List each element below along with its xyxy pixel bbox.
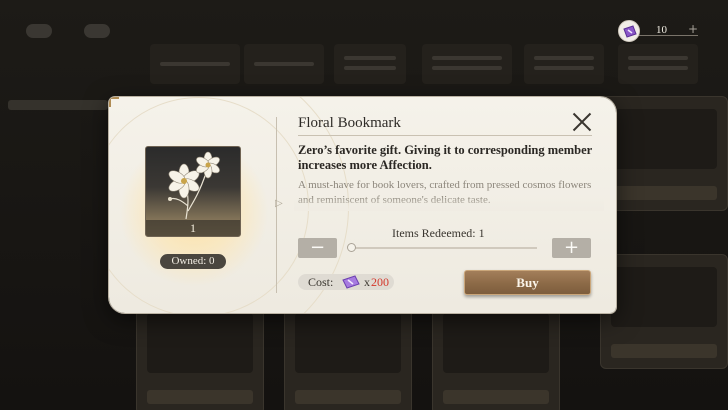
background-tab [334, 44, 406, 84]
quantity-slider-track[interactable] [349, 247, 537, 249]
home-icon [84, 24, 110, 38]
text-fade-overlay [294, 197, 604, 211]
background-section-label [8, 100, 108, 110]
background-item-card [284, 300, 412, 410]
increase-quantity-button[interactable]: + [552, 238, 591, 258]
ticket-icon [618, 20, 640, 42]
quantity-slider-handle[interactable] [347, 243, 356, 252]
owned-count-badge: Owned: 0 [160, 254, 226, 269]
buy-button[interactable]: Buy [464, 270, 591, 295]
items-redeemed-row: Items Redeemed: 1 [392, 226, 485, 241]
title-divider [298, 135, 592, 136]
close-button[interactable] [571, 111, 593, 133]
background-tab [524, 44, 604, 84]
background-tab [422, 44, 512, 84]
background-item-card [600, 96, 728, 211]
items-redeemed-value: 1 [478, 226, 485, 240]
add-currency-button[interactable]: + [688, 22, 698, 36]
item-description: Zero’s favorite gift. Giving it to corre… [298, 143, 592, 172]
flower-bookmark-icon [168, 151, 220, 220]
background-tab [244, 44, 324, 84]
background-item-card [136, 300, 264, 410]
currency-amount: 10 [656, 24, 667, 36]
items-redeemed-label: Items Redeemed: [392, 226, 476, 240]
background-tab [150, 44, 240, 84]
decrease-quantity-button[interactable]: − [298, 238, 337, 258]
item-title: Floral Bookmark [298, 115, 401, 131]
cost-label: Cost: [308, 275, 334, 289]
cost-value: 200 [371, 275, 389, 289]
back-icon [26, 24, 52, 38]
divider-arrow-icon: ▷ [275, 198, 283, 209]
background-item-card [600, 254, 728, 369]
item-count: 1 [146, 220, 240, 236]
background-item-card [432, 300, 560, 410]
background-tab [618, 44, 698, 84]
ticket-icon [342, 275, 360, 289]
purchase-dialog: 1 Owned: 0 ▷ Floral Bookmark Zero’s favo… [109, 97, 616, 313]
currency-display: 10 + [618, 20, 704, 44]
cost-multiplier: x [364, 275, 370, 289]
item-preview-card: 1 [145, 146, 241, 237]
